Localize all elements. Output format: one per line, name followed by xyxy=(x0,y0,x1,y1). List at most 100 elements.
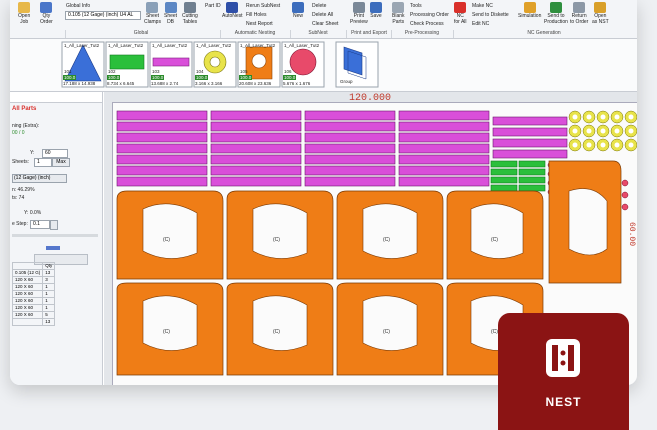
ribbon-toolbar: Open Job Qty Order Global Info 0.105 (12… xyxy=(10,0,637,39)
print-preview-button[interactable]: Print Preview xyxy=(350,2,368,25)
delete-button[interactable]: Delete xyxy=(312,3,326,9)
table-row[interactable]: 0.105 (12 G) 13 xyxy=(11,269,56,277)
thumb-name: 1_All_Laser_Tut2 xyxy=(152,43,188,48)
table-row[interactable]: 120 X 60 1 xyxy=(11,283,56,291)
simulation-button[interactable]: Simulation xyxy=(518,2,541,20)
thumb-dims: 17.188 x 14.938 xyxy=(63,81,96,86)
part-label: (C) xyxy=(383,237,390,243)
sheet-height-label: 60.00 xyxy=(627,222,636,247)
sheets-input[interactable]: 1 xyxy=(34,158,52,167)
thumb-qty: 100.0 xyxy=(239,75,253,80)
thumb-num: 104 xyxy=(196,69,204,74)
table-icon xyxy=(183,2,196,13)
blank-parts-button[interactable]: Blank Parts xyxy=(392,2,405,25)
clear-sheet-button[interactable]: Clear Sheet xyxy=(312,21,338,27)
check-process-button[interactable]: Check Process xyxy=(410,21,444,27)
gage-button[interactable]: (12 Gage) (inch) xyxy=(12,174,67,183)
green-parts xyxy=(490,160,546,192)
nest-report-button[interactable]: Nest Report xyxy=(246,21,273,27)
part-label: (C) xyxy=(383,329,390,335)
step-spinner[interactable] xyxy=(50,220,58,230)
autonest-button[interactable]: AutoNest xyxy=(222,2,243,20)
send-to-diskette-button[interactable]: Send to Diskette xyxy=(472,12,509,18)
thumb-qty: 100.0 xyxy=(195,75,209,80)
sheets-label: Sheets: xyxy=(12,159,29,165)
part-label: (C) xyxy=(163,237,170,243)
y-label: Y: xyxy=(30,150,35,156)
slider-handle[interactable] xyxy=(46,246,60,250)
processing-order-button[interactable]: Processing Order xyxy=(410,12,449,18)
rerun-subnest-button[interactable]: Rerun SubNest xyxy=(246,3,280,9)
all-parts-tab[interactable]: All Parts xyxy=(12,106,36,112)
step-label: e Step: xyxy=(12,221,28,227)
left-panel-header xyxy=(10,92,102,103)
thumb-name: 1_All_Laser_Tut2 xyxy=(108,43,144,48)
thumb-num: 101 xyxy=(64,69,72,74)
new-subnest-button[interactable]: New xyxy=(292,2,304,20)
thumb-dims: 20.608 x 23.636 xyxy=(239,81,272,86)
max-button[interactable]: Max xyxy=(52,158,70,167)
table-row[interactable]: 120 X 60 1 xyxy=(11,290,56,298)
group-global: Global xyxy=(65,30,216,38)
make-nc-button[interactable]: Make NC xyxy=(472,3,493,9)
thumb-name: 1_All_Laser_Tut2 xyxy=(240,43,276,48)
nc-for-all-button[interactable]: NC for All xyxy=(454,2,467,25)
step-input[interactable]: 0.1 xyxy=(30,220,50,229)
group-nc-generation: NC Generation xyxy=(453,30,634,38)
thumb-num: 105 xyxy=(240,69,248,74)
material-select[interactable]: 0.105 (12 Gage) (inch) U4 AL xyxy=(65,11,141,20)
group-auto-nesting: Automatic Nesting xyxy=(220,30,289,38)
y-input[interactable]: 60 xyxy=(42,149,68,158)
table-row[interactable]: 120 X 60 1 xyxy=(11,297,56,305)
database-icon xyxy=(164,2,177,13)
table-row[interactable]: 13 xyxy=(11,318,56,326)
nest-badge-label: NEST xyxy=(545,395,582,409)
return-to-order-button[interactable]: Return to Order xyxy=(570,2,588,25)
nesting-extra-label: ning (Extra): xyxy=(12,123,40,129)
send-to-production-button[interactable]: Send to Production xyxy=(544,2,568,25)
nest-badge: NEST xyxy=(498,313,629,430)
qty-order-button[interactable]: Qty Order xyxy=(40,2,53,25)
global-info-label[interactable]: Global Info xyxy=(66,3,90,9)
thumb-name: 1_All_Laser_Tut2 xyxy=(64,43,100,48)
nst-icon xyxy=(594,2,607,13)
group-preprocessing: Pre-Processing xyxy=(391,30,452,38)
yellow-part-holes xyxy=(572,114,634,148)
thumb-num: 106 xyxy=(284,69,292,74)
open-job-button[interactable]: Open Job xyxy=(18,2,30,25)
blank-parts-icon xyxy=(392,2,405,13)
simulation-icon xyxy=(523,2,536,13)
thumb-qty: 100.0 xyxy=(63,75,77,80)
part-label: (C) xyxy=(273,237,280,243)
nest-logo-icon xyxy=(546,339,580,377)
table-row[interactable]: 120 X 60 3 xyxy=(11,276,56,284)
open-as-nst-button[interactable]: Open as NST xyxy=(592,2,609,25)
thumb-num: 103 xyxy=(152,69,160,74)
save-button[interactable]: Save xyxy=(370,2,382,20)
clamp-icon xyxy=(146,2,159,13)
thumb-name: Group xyxy=(340,79,353,84)
tools-button[interactable]: Tools xyxy=(410,3,422,9)
table-row[interactable]: 120 X 60 5 xyxy=(11,311,56,319)
utilization-label: n: 46.29% xyxy=(12,187,35,193)
thumb-dims: 3.166 x 3.166 xyxy=(195,81,223,86)
table-row[interactable]: 120 X 60 1 xyxy=(11,304,56,312)
sheet-clamps-button[interactable]: Sheet Clamps xyxy=(144,2,161,25)
divider xyxy=(12,234,98,237)
edit-nc-button[interactable]: Edit NC xyxy=(472,21,489,27)
thumb-qty: 100.0 xyxy=(107,75,121,80)
parts-strip: 1_All_Laser_Tut2 101 100.0 17.188 x 14.9… xyxy=(10,39,637,92)
return-icon xyxy=(573,2,586,13)
printer-icon xyxy=(352,2,365,13)
part-id-label[interactable]: Part ID xyxy=(205,3,221,9)
thumb-num: 102 xyxy=(108,69,116,74)
sheet-db-button[interactable]: Sheet DB xyxy=(164,2,177,25)
nc-icon xyxy=(454,2,467,13)
cutting-tables-button[interactable]: Cutting Tables xyxy=(182,2,198,25)
fill-holes-button[interactable]: Fill Holes xyxy=(246,12,267,18)
part-label: (C) xyxy=(273,329,280,335)
parts-count-label: ts: 74 xyxy=(12,195,25,201)
delete-all-button[interactable]: Delete All xyxy=(312,12,333,18)
save-icon xyxy=(370,2,382,13)
part-label: (C) xyxy=(491,237,498,243)
